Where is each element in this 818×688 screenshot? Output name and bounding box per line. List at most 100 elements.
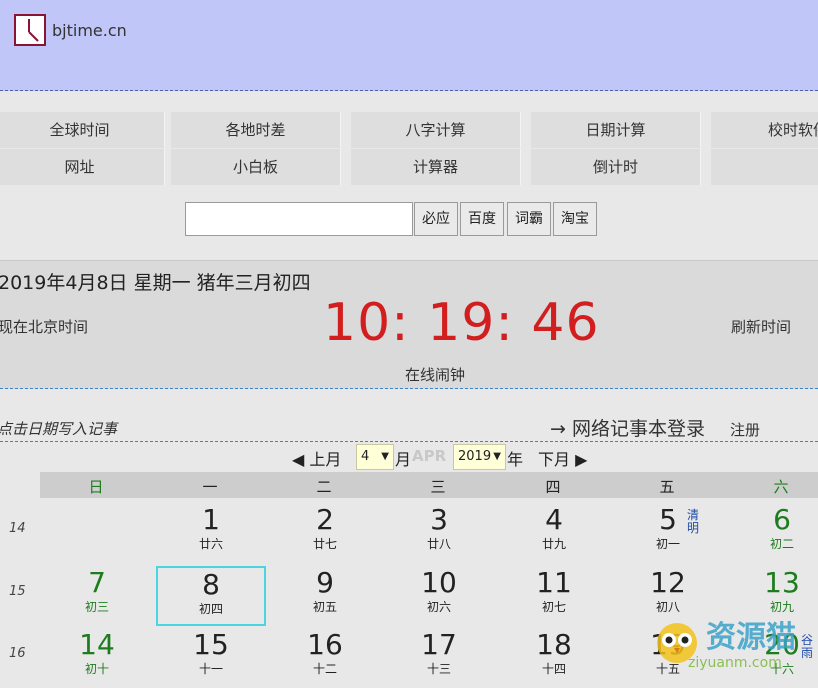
day-number: 7: [88, 566, 106, 599]
month-unit: 月: [395, 450, 412, 469]
day-number: 2: [316, 503, 334, 536]
watermark: 资源猫 ziyuanm.com: [652, 610, 818, 681]
calendar-day[interactable]: 5 初一 清明: [613, 503, 723, 563]
calendar-day[interactable]: 9 初五: [270, 566, 380, 626]
lunar-date: 十二: [312, 662, 337, 676]
chevron-down-icon: ▼: [381, 451, 389, 462]
day-number: 4: [545, 503, 563, 536]
beijing-time-label: 现在北京时间: [0, 318, 89, 336]
calendar-day[interactable]: 7 初三: [42, 566, 152, 626]
calendar-day[interactable]: 3 廿八: [384, 503, 494, 563]
lunar-date: 初二: [769, 537, 794, 551]
nav-row-2: 网址 小白板 计算器 倒计时: [0, 149, 818, 185]
lunar-date: 初五: [312, 600, 337, 614]
online-alarm-link[interactable]: 在线闹钟: [405, 364, 465, 385]
clock-display: 10: 19: 46: [323, 293, 600, 353]
month-select-value: 4: [361, 449, 370, 464]
lunar-date: 初七: [541, 600, 566, 614]
nav-item-links[interactable]: 网址: [0, 149, 165, 185]
lunar-date: 十四: [541, 662, 566, 676]
calendar-day[interactable]: 4 廿九: [499, 503, 609, 563]
day-number: 11: [536, 566, 572, 599]
calendar-day[interactable]: 10 初六: [384, 566, 494, 626]
lunar-date: 初四: [198, 602, 223, 616]
month-navigation: ◀ 上月 4 ▼ 月 APR 2019 ▼ 年 下月 ▶: [0, 443, 818, 471]
day-number: 8: [202, 568, 220, 601]
day-number: 16: [307, 628, 343, 661]
nav-item-global-time[interactable]: 全球时间: [0, 112, 165, 148]
nav-item-time-difference[interactable]: 各地时差: [171, 112, 341, 148]
calendar-day[interactable]: 15 十一: [156, 628, 266, 688]
lunar-date: 初三: [84, 600, 109, 614]
year-select[interactable]: 2019 ▼: [453, 444, 506, 470]
next-month-button[interactable]: 下月 ▶: [538, 446, 587, 470]
register-link[interactable]: 注册: [730, 419, 760, 440]
nav-row-1: 全球时间 各地时差 八字计算 日期计算 校时软件: [0, 112, 818, 148]
day-number: 3: [430, 503, 448, 536]
solar-term: 清明: [686, 508, 699, 535]
nav-item-date-calc[interactable]: 日期计算: [531, 112, 701, 148]
refresh-time-link[interactable]: 刷新时间: [731, 316, 791, 337]
calendar-day[interactable]: 14 初十: [42, 628, 152, 688]
calendar-day: [42, 503, 152, 563]
lunar-date: 初六: [426, 600, 451, 614]
weekday-wed: 三: [430, 478, 446, 496]
day-number: 15: [193, 628, 229, 661]
day-number: 1: [202, 503, 220, 536]
nav-item-countdown[interactable]: 倒计时: [531, 149, 701, 185]
weekday-mon: 一: [202, 478, 218, 496]
main-nav: 全球时间 各地时差 八字计算 日期计算 校时软件 网址 小白板 计算器 倒计时: [0, 112, 818, 185]
calendar-day-today[interactable]: 8 初四: [156, 566, 266, 626]
lunar-date: 十一: [198, 662, 223, 676]
lunar-date: 廿八: [426, 537, 451, 551]
day-number: 18: [536, 628, 572, 661]
week-number: 15: [9, 584, 26, 599]
day-number: 14: [79, 628, 115, 661]
weekday-sat: 六: [773, 478, 789, 496]
week-number: 14: [9, 521, 26, 536]
day-number: 5: [659, 503, 677, 536]
year-select-value: 2019: [458, 449, 492, 464]
year-unit: 年: [507, 450, 524, 469]
calendar-day[interactable]: 2 廿七: [270, 503, 380, 563]
iciba-search-button[interactable]: 词霸: [507, 202, 551, 236]
lunar-date: 廿七: [312, 537, 337, 551]
site-header: bjtime.cn: [0, 0, 818, 91]
clock-logo-icon[interactable]: [14, 14, 46, 46]
lunar-date: 十三: [426, 662, 451, 676]
site-name[interactable]: bjtime.cn: [52, 21, 127, 40]
search-input[interactable]: [185, 202, 413, 236]
calendar-day[interactable]: 16 十二: [270, 628, 380, 688]
time-panel: 2019年4月8日 星期一 猪年三月初四 现在北京时间 10: 19: 46 刷…: [0, 260, 818, 389]
nav-item-calculator[interactable]: 计算器: [351, 149, 521, 185]
calendar-day[interactable]: 18 十四: [499, 628, 609, 688]
weekday-header: 日 一 二 三 四 五 六: [40, 472, 818, 498]
taobao-search-button[interactable]: 淘宝: [553, 202, 597, 236]
lunar-date: 初十: [84, 662, 109, 676]
calendar-day[interactable]: 1 廿六: [156, 503, 266, 563]
prev-month-button[interactable]: ◀ 上月: [292, 446, 341, 470]
divider: [0, 441, 818, 442]
nav-item-whiteboard[interactable]: 小白板: [171, 149, 341, 185]
notebook-login-link[interactable]: → 网络记事本登录: [550, 414, 705, 441]
nav-item-time-sync[interactable]: 校时软件: [711, 112, 818, 148]
weekday-fri: 五: [659, 478, 675, 496]
lunar-date: 初一: [655, 537, 680, 551]
weekday-thu: 四: [545, 478, 561, 496]
lunar-date: 廿九: [541, 537, 566, 551]
bing-search-button[interactable]: 必应: [414, 202, 458, 236]
watermark-url: ziyuanm.com: [688, 655, 782, 671]
calendar-day[interactable]: 11 初七: [499, 566, 609, 626]
day-number: 6: [773, 503, 791, 536]
calendar-day[interactable]: 6 初二: [727, 503, 818, 563]
lunar-date: 廿六: [198, 537, 223, 551]
calendar-day[interactable]: 17 十三: [384, 628, 494, 688]
day-number: 12: [650, 566, 686, 599]
nav-item-bazi[interactable]: 八字计算: [351, 112, 521, 148]
month-english: APR: [412, 447, 447, 465]
month-select[interactable]: 4 ▼: [356, 444, 394, 470]
watermark-text: 资源猫: [706, 620, 796, 655]
chevron-down-icon: ▼: [493, 451, 501, 462]
day-number: 10: [421, 566, 457, 599]
baidu-search-button[interactable]: 百度: [460, 202, 504, 236]
